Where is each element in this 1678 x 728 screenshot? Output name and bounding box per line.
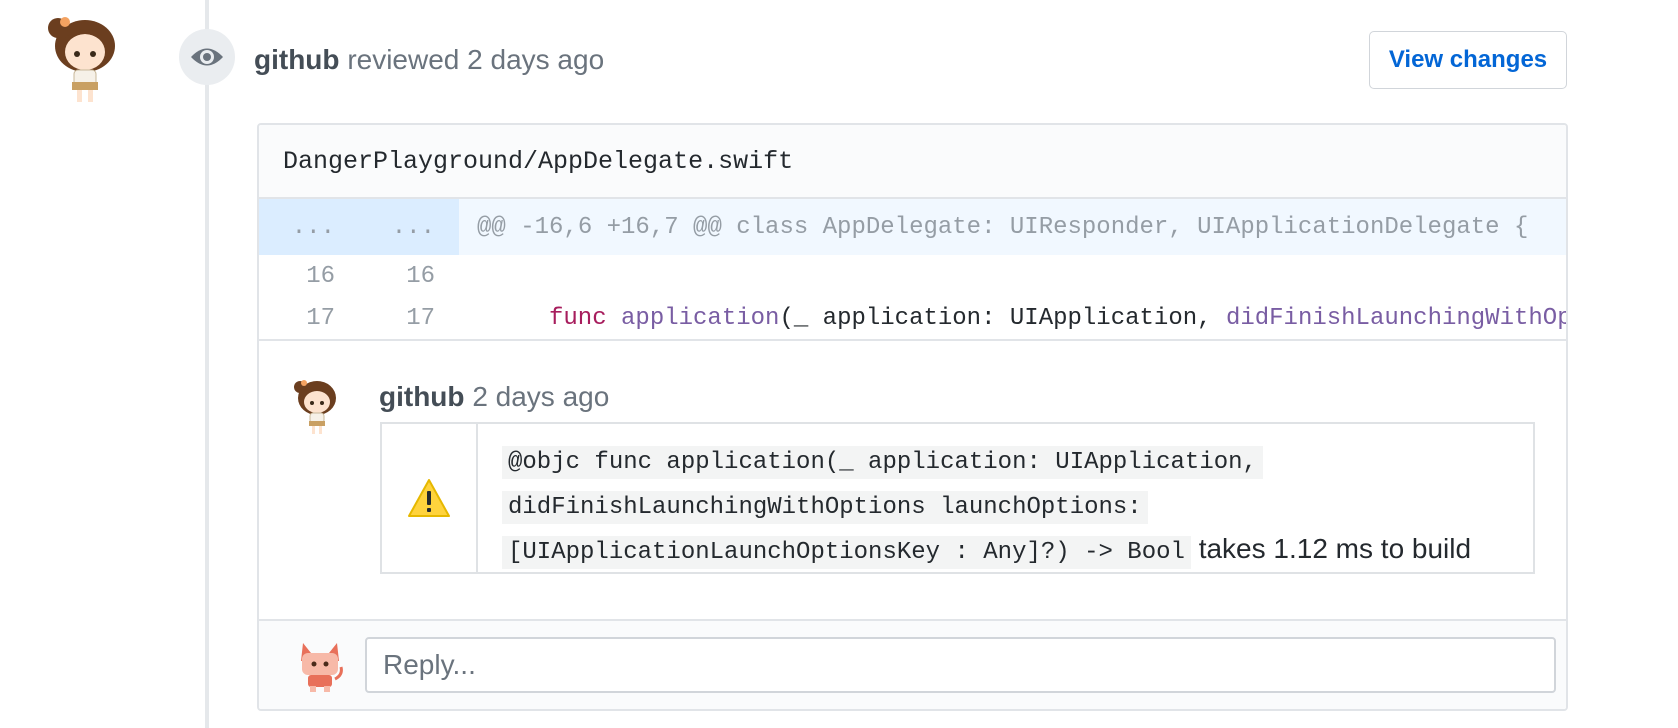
reviewer-avatar[interactable] [44, 14, 126, 106]
comment-header: github 2 days ago [379, 377, 609, 417]
file-path[interactable]: DangerPlayground/AppDelegate.swift [283, 147, 793, 176]
code-snippet-line3: [UIApplicationLaunchOptionsKey : Any]?) … [502, 536, 1191, 569]
review-author[interactable]: github [254, 44, 340, 75]
diff-hunk-row: ... ... @@ -16,6 +16,7 @@ class AppDeleg… [259, 199, 1566, 255]
code-keyword: func [549, 304, 607, 332]
eye-icon [191, 48, 223, 66]
inline-comment: github 2 days ago @objc func application… [259, 339, 1566, 621]
reply-input[interactable] [365, 637, 1556, 693]
new-line-number[interactable]: 16 [359, 263, 459, 290]
code-snippet-line1: @objc func application(_ application: UI… [502, 446, 1263, 479]
comment-body-table: @objc func application(_ application: UI… [380, 422, 1535, 574]
code-snippet-line2: didFinishLaunchingWithOptions launchOpti… [502, 491, 1148, 524]
old-line-number[interactable]: 16 [259, 263, 359, 290]
comment-suffix-text: takes 1.12 ms to build [1198, 533, 1472, 564]
current-user-avatar[interactable] [295, 639, 345, 693]
diff-table: ... ... @@ -16,6 +16,7 @@ class AppDeleg… [259, 199, 1566, 339]
review-comment-box: DangerPlayground/AppDelegate.swift ... .… [257, 123, 1568, 711]
comment-time[interactable]: 2 days ago [472, 381, 609, 412]
code-function: application [621, 304, 780, 332]
view-changes-button[interactable]: View changes [1369, 31, 1567, 89]
review-header: github reviewed 2 days ago [254, 40, 604, 80]
diff-line: 17 17 func application(_ application: UI… [259, 297, 1566, 339]
code-param: didFinishLaunchingWithOptions [1225, 304, 1566, 332]
review-action-time: reviewed 2 days ago [347, 44, 605, 75]
file-header: DangerPlayground/AppDelegate.swift [259, 125, 1566, 199]
diff-line: 16 16 [259, 255, 1566, 297]
timeline-line [205, 0, 209, 728]
warning-icon [408, 479, 450, 517]
comment-author[interactable]: github [379, 381, 465, 412]
hunk-new-expand[interactable]: ... [359, 199, 459, 255]
hunk-header-text: @@ -16,6 +16,7 @@ class AppDelegate: UIR… [477, 213, 1529, 241]
code-text: (_ application: UIApplication, [779, 304, 1226, 332]
old-line-number[interactable]: 17 [259, 305, 359, 332]
comment-message: @objc func application(_ application: UI… [478, 424, 1495, 572]
hunk-old-expand[interactable]: ... [259, 199, 359, 255]
reply-area [259, 621, 1566, 709]
comment-avatar[interactable] [291, 378, 343, 436]
diff-code: func application(_ application: UIApplic… [459, 305, 1566, 332]
new-line-number[interactable]: 17 [359, 305, 459, 332]
warning-cell [382, 424, 478, 572]
review-eye-badge [179, 29, 235, 85]
